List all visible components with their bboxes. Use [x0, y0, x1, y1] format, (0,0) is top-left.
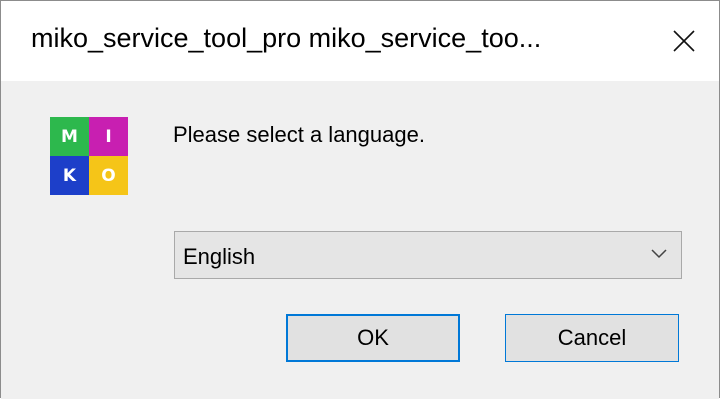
chevron-down-icon: [651, 249, 667, 259]
language-select[interactable]: English: [174, 231, 682, 279]
close-button[interactable]: [649, 1, 719, 81]
language-dialog: miko_service_tool_pro miko_service_too..…: [0, 0, 720, 399]
logo-cell-m: M: [50, 117, 89, 156]
cancel-button[interactable]: Cancel: [505, 314, 679, 362]
prompt-message: Please select a language.: [173, 122, 425, 147]
close-icon: [673, 30, 695, 52]
logo-cell-i: I: [89, 117, 128, 156]
miko-logo: M I K O: [50, 117, 128, 195]
window-title: miko_service_tool_pro miko_service_too..…: [31, 23, 542, 53]
ok-button-label: OK: [357, 325, 389, 350]
dialog-body: M I K O Please select a language. Englis…: [1, 81, 719, 399]
cancel-button-label: Cancel: [557, 325, 627, 350]
ok-button[interactable]: OK: [286, 314, 460, 362]
logo-cell-k: K: [50, 156, 89, 195]
language-select-value: English: [183, 244, 256, 269]
title-bar: miko_service_tool_pro miko_service_too..…: [1, 1, 719, 81]
logo-cell-o: O: [89, 156, 128, 195]
